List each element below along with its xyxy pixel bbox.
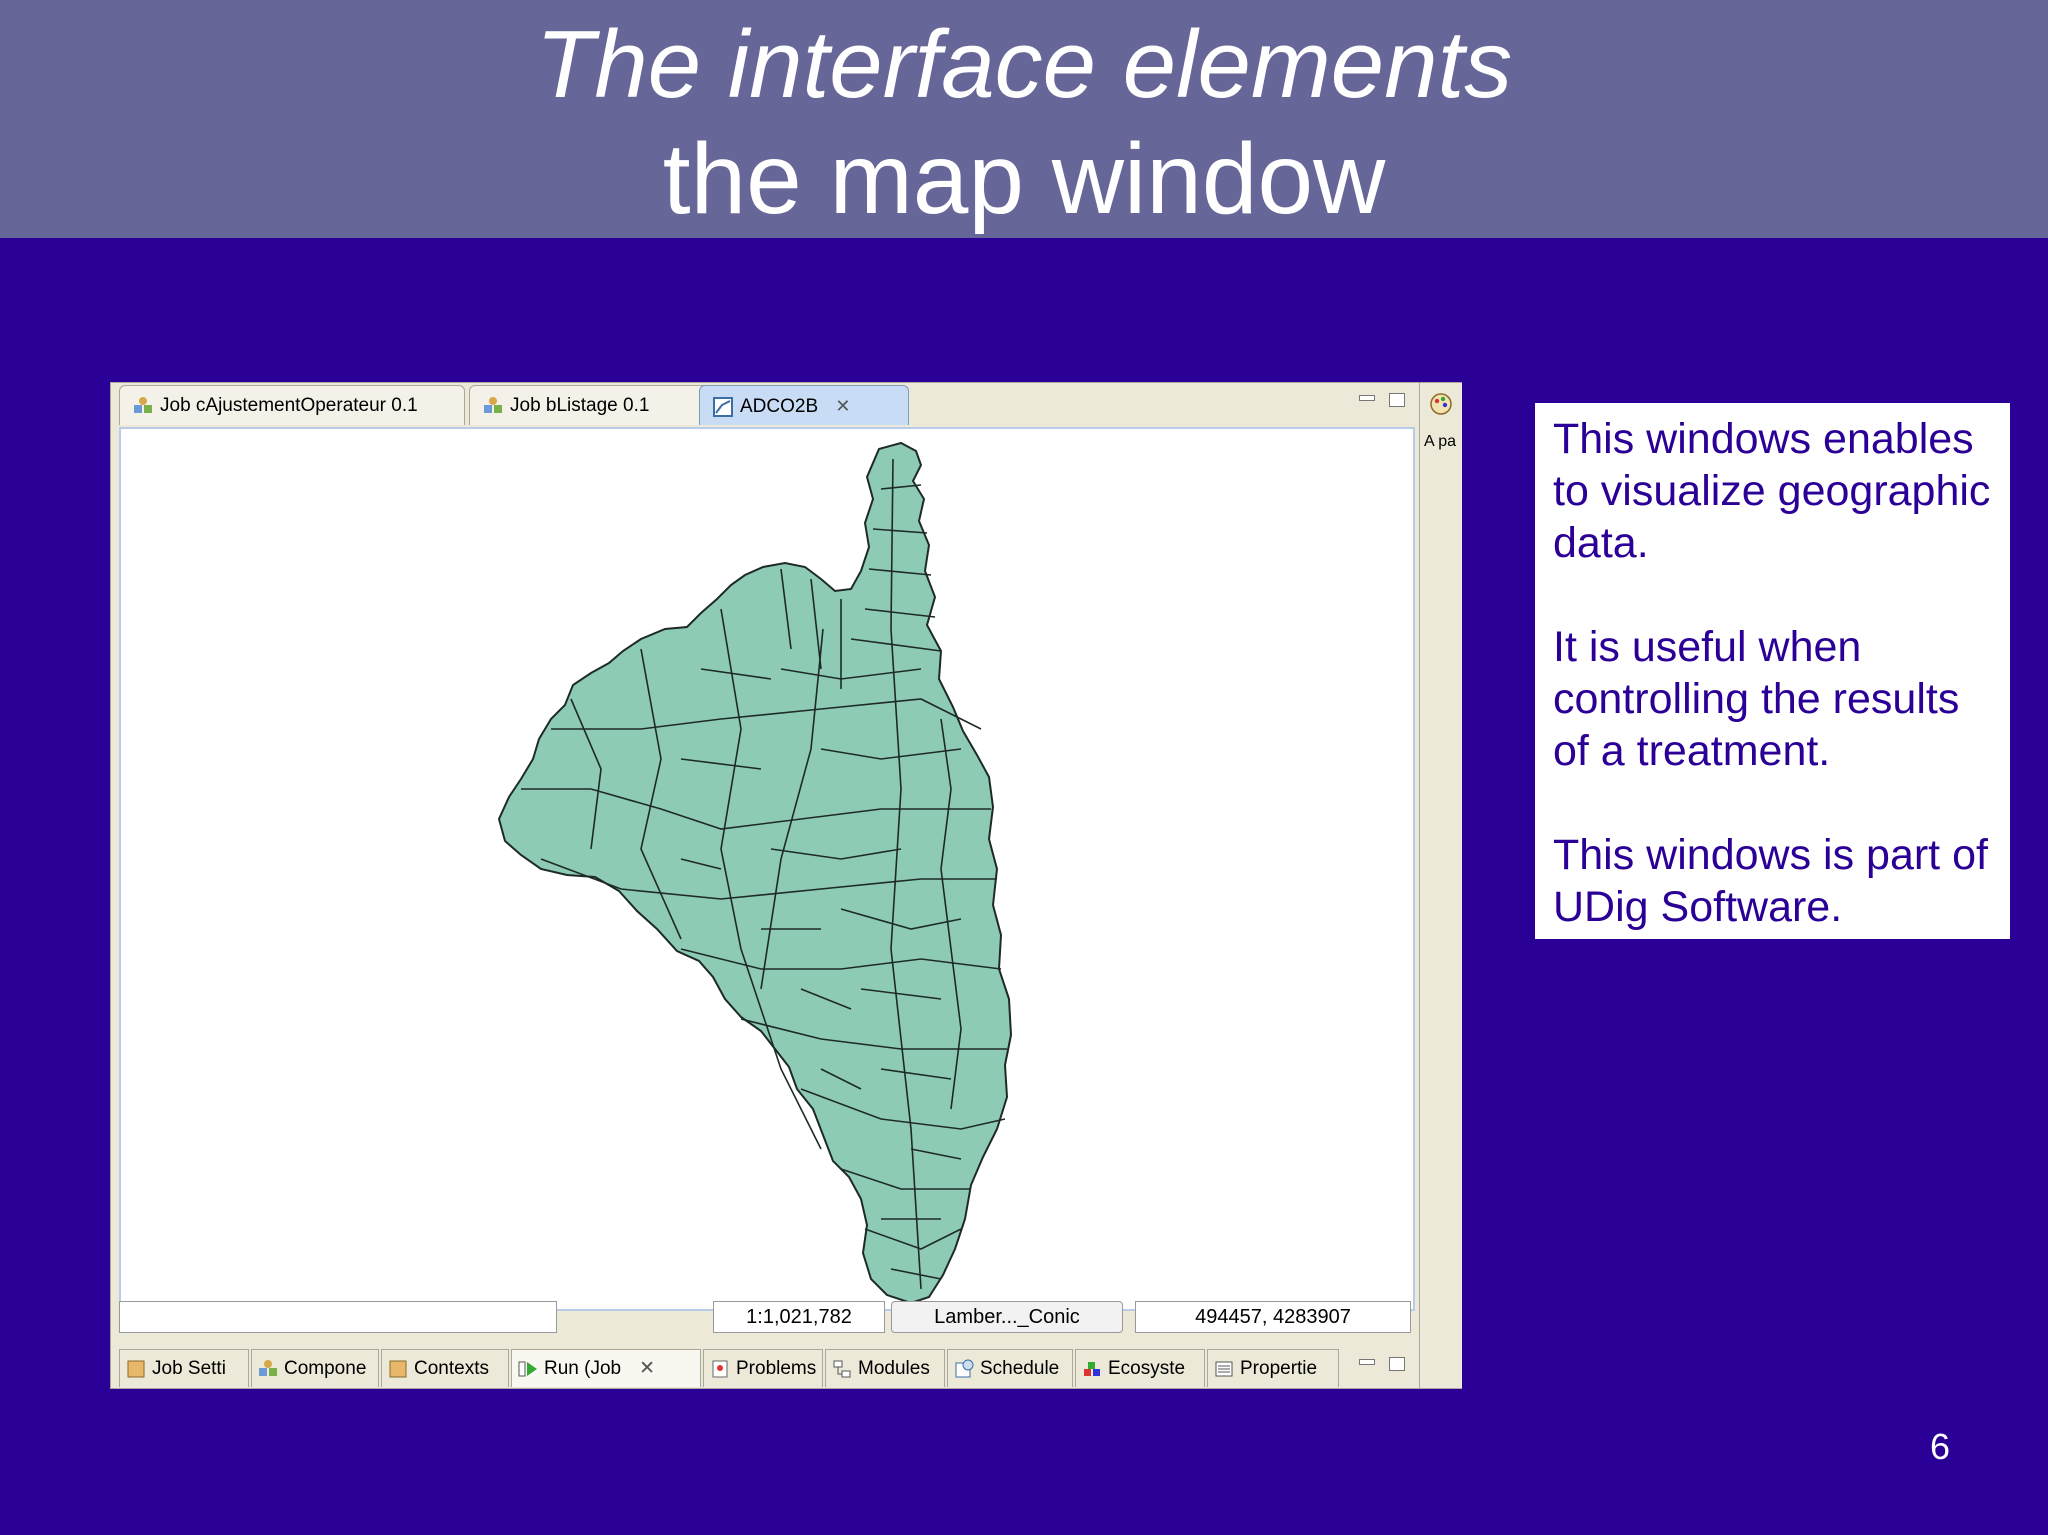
tab-label: ADCO2B bbox=[740, 396, 819, 417]
map-polygon-layer[interactable] bbox=[497, 441, 1013, 1305]
maximize-button[interactable] bbox=[1389, 393, 1405, 407]
tab-label: Job Setti bbox=[152, 1358, 226, 1379]
tab-contexts[interactable]: Contexts bbox=[381, 1349, 509, 1387]
coordinates-field: 494457, 4283907 bbox=[1135, 1301, 1411, 1333]
tab-components[interactable]: Compone bbox=[251, 1349, 379, 1387]
map-canvas[interactable] bbox=[121, 429, 1413, 1309]
tab-label: Propertie bbox=[1240, 1358, 1318, 1379]
map-icon bbox=[713, 396, 733, 417]
tab-scheduler[interactable]: Schedule bbox=[947, 1349, 1073, 1387]
tab-label: Compone bbox=[284, 1358, 367, 1379]
maximize-button[interactable] bbox=[1389, 1357, 1405, 1371]
slide-title-bar: The interface elements the map window bbox=[0, 0, 2048, 238]
problems-icon bbox=[712, 1360, 728, 1378]
tab-modules[interactable]: Modules bbox=[825, 1349, 945, 1387]
job-icon bbox=[484, 396, 502, 413]
crs-button[interactable]: Lamber..._Conic bbox=[891, 1301, 1123, 1333]
minimize-button[interactable] bbox=[1359, 1359, 1375, 1365]
job-settings-icon bbox=[127, 1360, 145, 1378]
description-paragraph: It is useful when controlling the result… bbox=[1553, 623, 1960, 775]
side-panel-label[interactable]: A pa bbox=[1424, 433, 1462, 451]
description-paragraph: This windows is part of UDig Software. bbox=[1553, 831, 1988, 931]
description-box: This windows enables to visualize geogra… bbox=[1535, 403, 2010, 939]
description-paragraph: This windows enables to visualize geogra… bbox=[1553, 415, 1991, 567]
tab-run-job[interactable]: Run (Job ✕ bbox=[511, 1349, 701, 1387]
modules-icon bbox=[833, 1360, 851, 1378]
ecosystem-icon bbox=[1084, 1361, 1100, 1376]
tab-label: Problems bbox=[736, 1358, 817, 1379]
side-panel-strip: A pa bbox=[1419, 383, 1462, 1388]
slide-subtitle: the map window bbox=[662, 123, 1386, 235]
scale-field[interactable]: 1:1,021,782 bbox=[713, 1301, 885, 1333]
contexts-icon bbox=[389, 1360, 407, 1378]
tab-problems[interactable]: Problems bbox=[703, 1349, 823, 1387]
component-icon bbox=[259, 1359, 277, 1376]
tab-label: Job cAjustementOperateur 0.1 bbox=[160, 395, 418, 416]
job-icon bbox=[134, 396, 152, 413]
slide-title: The interface elements bbox=[535, 11, 1513, 118]
schedule-icon bbox=[955, 1359, 974, 1378]
tab-label: Modules bbox=[858, 1358, 930, 1379]
tab-label: Run (Job bbox=[544, 1358, 622, 1379]
status-message-field bbox=[119, 1301, 557, 1333]
close-icon[interactable]: ✕ bbox=[639, 1358, 655, 1379]
map-view[interactable] bbox=[119, 427, 1415, 1311]
tab-label: Job bListage 0.1 bbox=[510, 395, 650, 416]
run-icon bbox=[518, 1361, 537, 1377]
properties-icon bbox=[1215, 1361, 1233, 1377]
palette-icon[interactable] bbox=[1428, 391, 1454, 417]
editor-tab-bar: Job cAjustementOperateur 0.1 Job bListag… bbox=[111, 383, 1419, 427]
tab-job-settings[interactable]: Job Setti bbox=[119, 1349, 249, 1387]
tab-adco2b-map[interactable]: ADCO2B ✕ bbox=[699, 385, 909, 425]
tab-label: Contexts bbox=[414, 1358, 489, 1379]
tab-ecosystem[interactable]: Ecosyste bbox=[1075, 1349, 1205, 1387]
tab-label: Ecosyste bbox=[1108, 1358, 1186, 1379]
page-number: 6 bbox=[1930, 1426, 1951, 1467]
minimize-button[interactable] bbox=[1359, 395, 1375, 401]
tab-label: Schedule bbox=[980, 1358, 1060, 1379]
close-icon[interactable]: ✕ bbox=[835, 396, 850, 416]
udig-application-window: Job cAjustementOperateur 0.1 Job bListag… bbox=[110, 382, 1462, 1389]
tab-properties[interactable]: Propertie bbox=[1207, 1349, 1339, 1387]
map-status-bar: 1:1,021,782 Lamber..._Conic 494457, 4283… bbox=[119, 1297, 1415, 1337]
bottom-tab-bar: Job Setti Compone Contexts Run (Job ✕ Pro… bbox=[111, 1349, 1419, 1389]
tab-job-cajustementoperateur[interactable]: Job cAjustementOperateur 0.1 bbox=[119, 385, 465, 425]
